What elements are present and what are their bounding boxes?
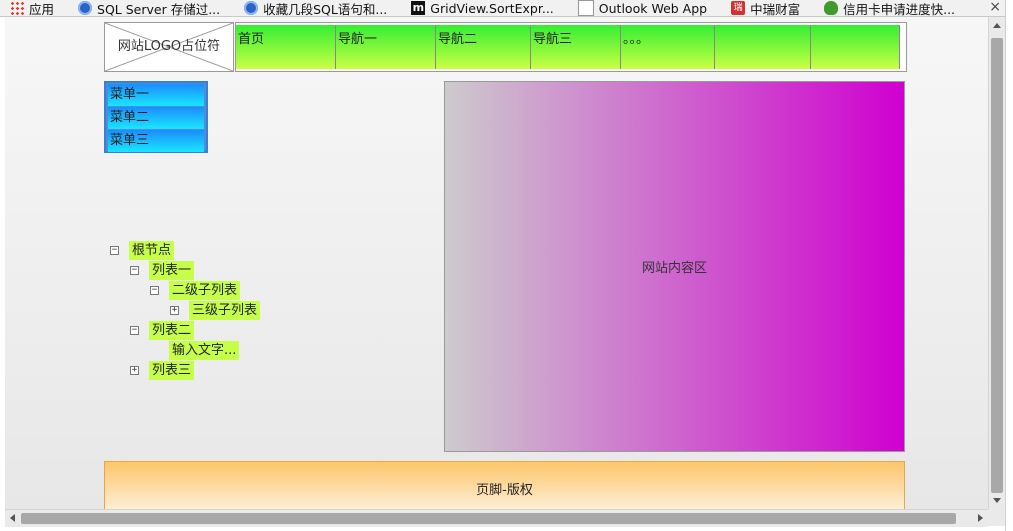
menu-item-1[interactable]: 菜单一 — [108, 84, 204, 106]
bookmark-label: 信用卡申请进度快... — [843, 1, 956, 17]
top-nav: 首页 导航一 导航二 导航三 。。。 — [235, 22, 907, 72]
expand-plus-icon[interactable]: + — [130, 366, 139, 375]
tree-node-label[interactable]: 列表三 — [149, 361, 195, 380]
tree-node-label[interactable]: 二级子列表 — [169, 281, 241, 300]
bookmark-label: SQL Server 存储过... — [97, 1, 221, 17]
side-menu: 菜单一 菜单二 菜单三 — [104, 81, 208, 153]
scroll-up-arrow-icon[interactable] — [993, 23, 1001, 28]
page-viewport: 网站LOGO占位符 首页 导航一 导航二 导航三 。。。 菜单一 菜单二 菜单三… — [5, 17, 988, 509]
vertical-scroll-thumb[interactable] — [991, 38, 1003, 493]
menu-item-2[interactable]: 菜单二 — [108, 107, 204, 129]
bookmark-label: 收藏几段SQL语句和... — [263, 1, 388, 17]
nav-item-home[interactable]: 首页 — [236, 25, 336, 69]
nav-item-empty[interactable] — [715, 25, 811, 69]
bookmarks-bar: 应用 SQL Server 存储过... 收藏几段SQL语句和... m Gri… — [0, 0, 1013, 17]
tree-node[interactable]: 输入文字... — [150, 341, 240, 360]
content-area: 网站内容区 — [444, 81, 905, 452]
bookmark-credit-card[interactable]: 信用卡申请进度快... — [814, 0, 955, 16]
tree-node-label[interactable]: 列表一 — [149, 261, 195, 280]
menu-item-3[interactable]: 菜单三 — [108, 130, 204, 152]
nav-item-3[interactable]: 导航三 — [531, 25, 621, 69]
m-logo-icon: m — [411, 1, 426, 15]
horizontal-scroll-thumb[interactable] — [21, 513, 956, 524]
bookmark-label: 应用 — [29, 1, 55, 17]
footer-label: 页脚-版权 — [476, 483, 533, 498]
collapse-minus-icon[interactable]: − — [110, 246, 119, 255]
expand-plus-icon[interactable]: + — [170, 306, 179, 315]
bookmark-label: GridView.SortExpr... — [430, 0, 554, 16]
tree-node-label[interactable]: 三级子列表 — [189, 301, 261, 320]
tree-node-label[interactable]: 根节点 — [129, 241, 175, 260]
document-icon — [577, 0, 594, 16]
nav-item-more[interactable]: 。。。 — [621, 25, 715, 69]
bookmark-label: Outlook Web App — [598, 0, 708, 16]
tree-node[interactable]: − 二级子列表 — [150, 281, 241, 300]
nav-item-empty[interactable] — [811, 25, 900, 69]
close-icon[interactable]: × — [989, 0, 1001, 15]
scroll-right-arrow-icon[interactable] — [978, 514, 983, 522]
collapse-minus-icon[interactable]: − — [130, 266, 139, 275]
nav-item-1[interactable]: 导航一 — [336, 25, 436, 69]
logo-label: 网站LOGO占位符 — [117, 39, 221, 54]
globe-icon — [78, 1, 93, 15]
collapse-minus-icon[interactable]: − — [130, 326, 139, 335]
tree-node[interactable]: + 三级子列表 — [170, 301, 261, 320]
bookmark-zhongrui[interactable]: 瑞 中瑞财富 — [721, 0, 800, 16]
bookmark-sql-snippets[interactable]: 收藏几段SQL语句和... — [234, 0, 387, 16]
scroll-down-arrow-icon[interactable] — [993, 498, 1001, 503]
tree-node[interactable]: + 列表三 — [130, 361, 195, 380]
collapse-minus-icon[interactable]: − — [150, 286, 159, 295]
bookmark-sql-server[interactable]: SQL Server 存储过... — [68, 0, 220, 16]
vertical-scrollbar[interactable] — [988, 17, 1006, 509]
frog-icon — [824, 1, 839, 15]
tree-node[interactable]: − 列表二 — [130, 321, 195, 340]
bookmark-label: 中瑞财富 — [750, 1, 801, 17]
scrollbar-corner — [988, 509, 1005, 526]
tree-node[interactable]: − 根节点 — [110, 241, 175, 260]
apps-grid-icon — [10, 1, 24, 15]
window-edge — [1005, 0, 1013, 531]
bookmark-gridview[interactable]: m GridView.SortExpr... — [401, 0, 554, 16]
scroll-left-arrow-icon[interactable] — [10, 514, 15, 522]
nav-item-2[interactable]: 导航二 — [436, 25, 531, 69]
globe-icon — [244, 1, 259, 15]
rui-logo-icon: 瑞 — [731, 1, 746, 15]
tree-node-label[interactable]: 列表二 — [149, 321, 195, 340]
tree-node[interactable]: − 列表一 — [130, 261, 195, 280]
bookmark-apps[interactable]: 应用 — [0, 0, 54, 16]
footer: 页脚-版权 — [104, 461, 905, 509]
horizontal-scrollbar[interactable] — [5, 509, 988, 527]
bookmark-outlook[interactable]: Outlook Web App — [568, 0, 707, 16]
tree-node-label[interactable]: 输入文字... — [169, 341, 240, 360]
content-label: 网站内容区 — [641, 261, 707, 276]
logo-placeholder: 网站LOGO占位符 — [104, 22, 234, 72]
